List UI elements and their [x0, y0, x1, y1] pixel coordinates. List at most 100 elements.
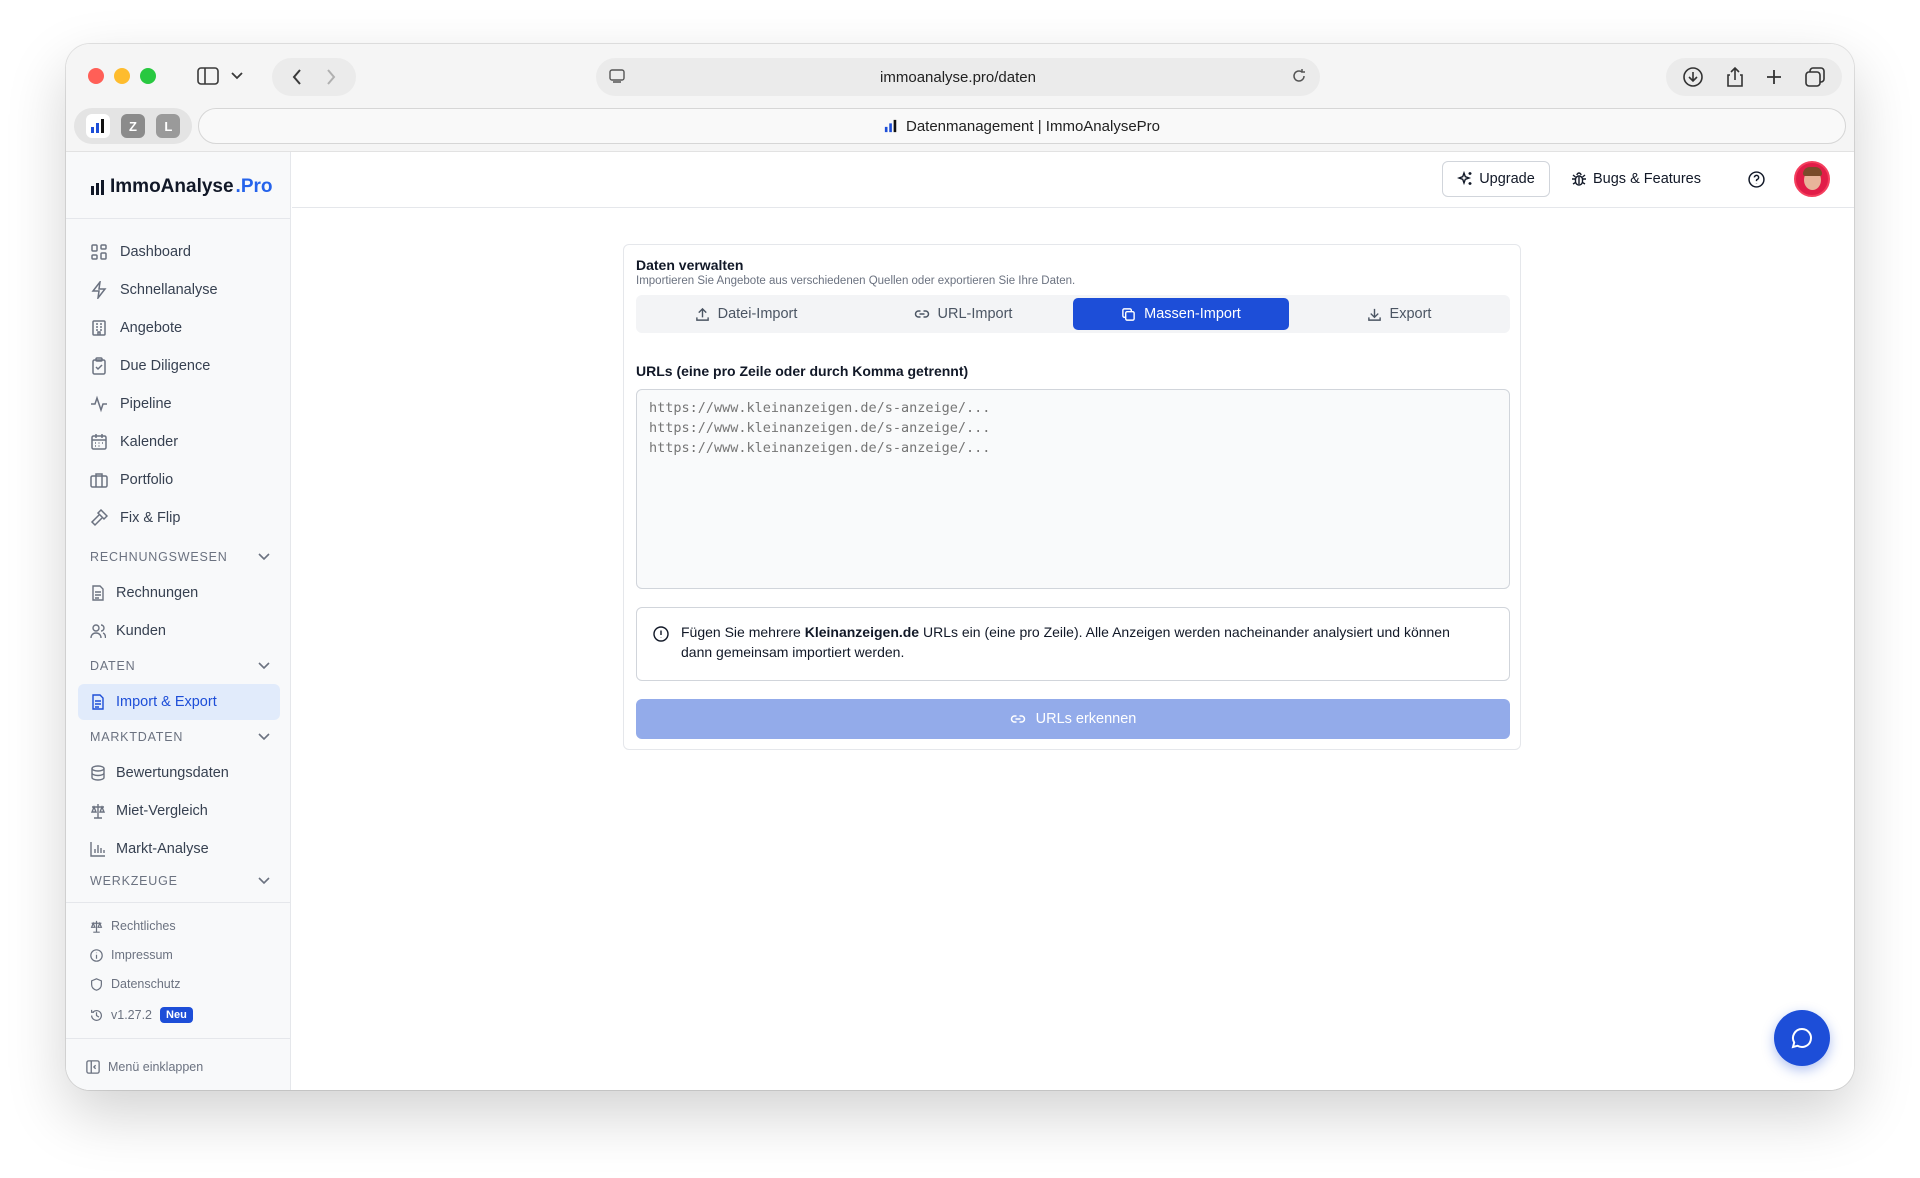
- calendar-icon: [91, 434, 107, 450]
- app-header: Upgrade Bugs & Features: [292, 152, 1854, 208]
- pinned-tab-l[interactable]: L: [156, 114, 181, 138]
- nav-fix-flip[interactable]: Fix & Flip: [78, 500, 280, 536]
- data-management-card: Daten verwalten Importieren Sie Angebote…: [623, 244, 1521, 750]
- bar-chart-logo-icon: [90, 119, 104, 133]
- nav-schnellanalyse[interactable]: Schnellanalyse: [78, 272, 280, 308]
- chat-bubble-icon: [1791, 1027, 1812, 1049]
- link-datenschutz[interactable]: Datenschutz: [90, 973, 180, 995]
- nav-angebote[interactable]: Angebote: [78, 310, 280, 346]
- nav-portfolio[interactable]: Portfolio: [78, 462, 280, 498]
- section-daten[interactable]: DATEN: [90, 654, 270, 678]
- building-icon: [92, 320, 106, 336]
- section-title: RECHNUNGSWESEN: [90, 550, 228, 564]
- nav-markt-analyse[interactable]: Markt-Analyse: [78, 831, 280, 867]
- sidebar-toggle-button[interactable]: [190, 58, 250, 94]
- section-werkzeuge[interactable]: WERKZEUGE: [90, 869, 270, 893]
- info-alert: Fügen Sie mehrere Kleinanzeigen.de URLs …: [636, 607, 1510, 681]
- forward-icon[interactable]: [326, 69, 336, 85]
- nav-bewertungsdaten[interactable]: Bewertungsdaten: [78, 755, 280, 791]
- history-nav: [272, 58, 356, 96]
- tab-datei-import[interactable]: Datei-Import: [639, 298, 853, 330]
- minimize-window-button[interactable]: [114, 68, 130, 84]
- nav-label: Angebote: [120, 320, 183, 336]
- maximize-window-button[interactable]: [140, 68, 156, 84]
- tab-favicon-icon: [884, 119, 897, 133]
- clipboard-check-icon: [92, 357, 106, 375]
- collapse-menu-button[interactable]: Menü einklappen: [86, 1056, 203, 1078]
- new-tab-icon[interactable]: [1765, 68, 1783, 86]
- link-rechtliches[interactable]: Rechtliches: [90, 915, 176, 937]
- brand-logo[interactable]: ImmoAnalyse .Pro: [90, 176, 273, 198]
- address-bar[interactable]: immoanalyse.pro/daten: [596, 58, 1320, 96]
- reload-icon[interactable]: [1290, 67, 1308, 85]
- section-marktdaten[interactable]: MARKTDATEN: [90, 725, 270, 749]
- divider: [66, 218, 291, 219]
- nav-label: Portfolio: [120, 472, 174, 488]
- nav-miet-vergleich[interactable]: Miet-Vergleich: [78, 793, 280, 829]
- upgrade-button[interactable]: Upgrade: [1442, 161, 1550, 197]
- users-icon: [90, 624, 106, 639]
- section-title: DATEN: [90, 659, 136, 673]
- version-text: v1.27.2: [111, 1008, 153, 1022]
- chevron-down-icon: [258, 662, 270, 670]
- page-settings-icon[interactable]: [608, 67, 626, 85]
- close-window-button[interactable]: [88, 68, 104, 84]
- shield-icon: [91, 977, 102, 991]
- user-avatar[interactable]: [1794, 161, 1830, 197]
- nav-label: Kalender: [120, 434, 179, 450]
- pinned-tab-immoanalyse[interactable]: [85, 114, 110, 138]
- share-icon[interactable]: [1725, 66, 1745, 88]
- nav-label: Dashboard: [120, 244, 191, 260]
- detect-urls-button[interactable]: URLs erkennen: [636, 699, 1510, 739]
- help-button[interactable]: [1744, 167, 1768, 191]
- nav-label: Pipeline: [120, 396, 172, 412]
- tab-url-import[interactable]: URL-Import: [856, 298, 1070, 330]
- brand-suffix: .Pro: [235, 176, 273, 197]
- pinned-tab-z[interactable]: Z: [120, 114, 145, 138]
- nav-due-diligence[interactable]: Due Diligence: [78, 348, 280, 384]
- brand-name: ImmoAnalyse: [110, 176, 234, 197]
- url-text: immoanalyse.pro/daten: [880, 68, 1036, 86]
- link-impressum[interactable]: Impressum: [90, 944, 173, 966]
- tab-massen-import[interactable]: Massen-Import: [1073, 298, 1289, 330]
- new-badge: Neu: [160, 1007, 193, 1023]
- upload-icon: [695, 307, 709, 321]
- browser-chrome: immoanalyse.pro/daten Z L Datenmanagemen…: [66, 44, 1854, 152]
- divider: [66, 902, 291, 903]
- lightning-icon: [91, 281, 107, 299]
- activity-icon: [91, 395, 107, 413]
- section-title: WERKZEUGE: [90, 874, 178, 888]
- chevron-down-icon: [258, 733, 270, 741]
- section-rechnungswesen[interactable]: RECHNUNGSWESEN: [90, 545, 270, 569]
- download-icon[interactable]: [1682, 66, 1704, 88]
- tab-overview-icon[interactable]: [1804, 66, 1826, 88]
- browser-actions: [1666, 58, 1842, 96]
- nav-import-export[interactable]: Import & Export: [78, 684, 280, 720]
- nav-kalender[interactable]: Kalender: [78, 424, 280, 460]
- chat-button[interactable]: [1774, 1010, 1830, 1066]
- version-info[interactable]: v1.27.2 Neu: [90, 1004, 193, 1026]
- urls-field-label: URLs (eine pro Zeile oder durch Komma ge…: [636, 363, 969, 379]
- nav-dashboard[interactable]: Dashboard: [78, 234, 280, 270]
- tab-export[interactable]: Export: [1292, 298, 1506, 330]
- bugs-features-button[interactable]: Bugs & Features: [1562, 161, 1710, 197]
- scale-icon: [90, 804, 106, 819]
- active-browser-tab[interactable]: Datenmanagement | ImmoAnalysePro: [198, 108, 1846, 144]
- window-controls: [88, 68, 156, 84]
- tab-bar: Z L Datenmanagement | ImmoAnalysePro: [66, 106, 1854, 146]
- card-subtitle: Importieren Sie Angebote aus verschieden…: [636, 275, 1076, 287]
- info-text-bold: Kleinanzeigen.de: [804, 624, 920, 640]
- nav-pipeline[interactable]: Pipeline: [78, 386, 280, 422]
- file-text-icon: [92, 694, 104, 710]
- bar-chart-logo-icon: [91, 180, 104, 195]
- tab-label: URL-Import: [937, 306, 1013, 322]
- urls-textarea[interactable]: [636, 389, 1510, 589]
- import-tabs: Datei-Import URL-Import Massen-Import Ex…: [636, 295, 1510, 333]
- file-text-icon: [92, 585, 104, 601]
- upgrade-label: Upgrade: [1479, 171, 1535, 187]
- history-icon: [91, 1009, 102, 1021]
- nav-rechnungen[interactable]: Rechnungen: [78, 575, 280, 611]
- nav-kunden[interactable]: Kunden: [78, 613, 280, 649]
- nav-label: Schnellanalyse: [120, 282, 218, 298]
- back-icon[interactable]: [292, 69, 302, 85]
